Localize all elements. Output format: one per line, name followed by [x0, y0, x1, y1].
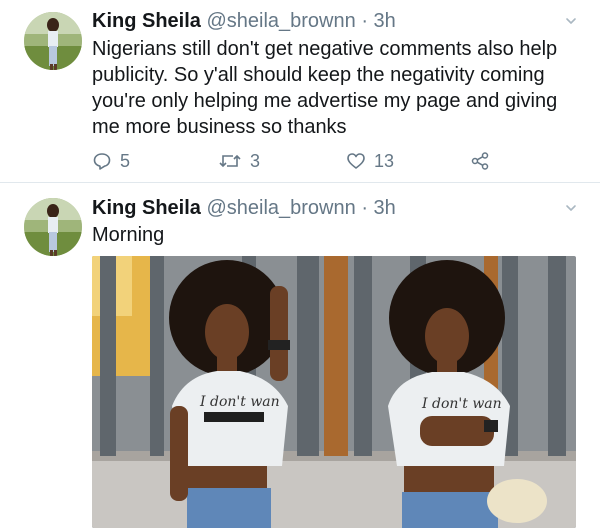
avatar[interactable]: [24, 12, 82, 70]
avatar[interactable]: [24, 198, 82, 256]
author-name[interactable]: King Sheila: [92, 10, 201, 32]
avatar-photo: [24, 12, 82, 70]
like-button[interactable]: 13: [346, 148, 394, 174]
tweet-text: Morning: [92, 224, 165, 246]
separator: ·: [361, 197, 368, 219]
tweet[interactable]: King Sheila @sheila_brownn · 3h Nigerian…: [0, 0, 600, 183]
share-button[interactable]: [470, 148, 490, 174]
tweet-photo[interactable]: I don't wan I don't wan: [92, 256, 576, 528]
shirt-text-left: I don't wan: [199, 394, 280, 410]
separator: ·: [361, 10, 368, 32]
retweet-count: 3: [250, 150, 261, 171]
tweet-header: King Sheila @sheila_brownn · 3h: [92, 9, 396, 33]
heart-icon: [347, 153, 365, 169]
like-count: 13: [374, 150, 395, 171]
retweet-button[interactable]: 3: [218, 148, 260, 174]
reply-icon: [93, 153, 111, 170]
reply-button[interactable]: 5: [92, 148, 130, 174]
reply-count: 5: [120, 150, 131, 171]
photo-illustration: I don't wan I don't wan: [92, 256, 576, 528]
timestamp[interactable]: 3h: [374, 10, 396, 32]
tweet-actions: 5 3 13: [92, 148, 512, 174]
retweet-icon: [219, 154, 241, 168]
chevron-down-icon[interactable]: [564, 201, 578, 215]
share-icon: [471, 152, 489, 170]
author-handle[interactable]: @sheila_brownn: [206, 10, 355, 32]
shirt-text-right: I don't wan: [421, 396, 502, 412]
author-handle[interactable]: @sheila_brownn: [206, 197, 355, 219]
timestamp[interactable]: 3h: [374, 197, 396, 219]
tweet-text: Nigerians still don't get negative comme…: [92, 38, 558, 138]
tweet-header: King Sheila @sheila_brownn · 3h: [92, 196, 396, 220]
author-name[interactable]: King Sheila: [92, 197, 201, 219]
tweet[interactable]: King Sheila @sheila_brownn · 3h Morning: [0, 184, 600, 528]
chevron-down-icon[interactable]: [564, 14, 578, 28]
avatar-photo: [24, 198, 82, 256]
